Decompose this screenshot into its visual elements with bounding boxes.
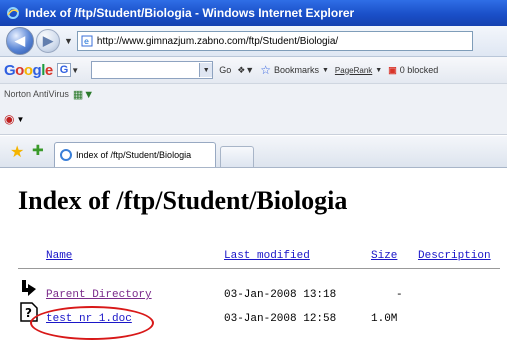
row-modified: 03-Jan-2008 12:58 (224, 313, 337, 325)
star-icon: ☆ (260, 63, 271, 77)
ie-logo-icon (7, 7, 19, 19)
google-toolbar: Google G ▼ ▼ Go ❖▼ ☆ Bookmarks ▼ PageRank ▼… (0, 57, 507, 84)
back-arrow-icon (22, 280, 36, 296)
column-modified-link[interactable]: Last modified (224, 250, 310, 262)
google-menu-dropdown-icon[interactable]: ▼ (71, 66, 79, 75)
blocked-icon: ▣ (388, 64, 397, 75)
extra-toolbar: ◉ ▼ (0, 104, 507, 135)
pdf-dropdown-icon[interactable]: ▼ (16, 115, 24, 124)
norton-label: Norton AntiVirus (4, 89, 69, 99)
page-content: Index of /ftp/Student/Biologia Name Last… (0, 168, 507, 350)
pdf-icon[interactable]: ◉ (4, 112, 14, 126)
google-search-input[interactable]: ▼ (91, 61, 214, 79)
window-title: Index of /ftp/Student/Biologia - Windows… (25, 6, 355, 20)
divider (18, 268, 500, 269)
norton-toolbar: Norton AntiVirus ▦▼ (0, 84, 507, 104)
column-description-link[interactable]: Description (418, 250, 491, 262)
row-size: - (396, 289, 403, 301)
back-button[interactable]: ◀ (6, 27, 34, 55)
tab-bar: ★ ✚ Index of /ftp/Student/Biologia (0, 136, 507, 168)
row-size: 1.0M (371, 313, 398, 325)
row-modified: 03-Jan-2008 13:18 (224, 289, 337, 301)
favorites-star-icon[interactable]: ★ (10, 142, 24, 162)
address-url: http://www.gimnazjum.zabno.com/ftp/Stude… (96, 35, 339, 47)
address-bar[interactable]: e http://www.gimnazjum.zabno.com/ftp/Stu… (76, 31, 473, 51)
google-g-icon[interactable]: G (56, 63, 72, 77)
highlight-circle (30, 306, 154, 340)
page-icon: e (81, 35, 93, 47)
new-tab-button[interactable] (220, 146, 254, 167)
tab-page-icon (60, 149, 72, 161)
add-favorites-icon[interactable]: ✚ (32, 142, 44, 159)
go-button[interactable]: Go (219, 65, 231, 75)
column-name-link[interactable]: Name (46, 250, 72, 262)
parent-directory-link[interactable]: Parent Directory (46, 289, 152, 301)
forward-button[interactable]: ▶ (36, 29, 60, 53)
tab-title: Index of /ftp/Student/Biologia (76, 150, 192, 160)
popup-blocker-button[interactable]: ▣ 0 blocked (388, 65, 438, 76)
address-toolbar: ◀ ▶ ▼ e http://www.gimnazjum.zabno.com/f… (0, 26, 507, 57)
bookmarks-button[interactable]: ☆ Bookmarks ▼ (260, 63, 329, 77)
tab-current[interactable]: Index of /ftp/Student/Biologia (54, 142, 216, 167)
column-size-link[interactable]: Size (371, 250, 397, 262)
page-title: Index of /ftp/Student/Biologia (18, 186, 348, 215)
history-dropdown-icon[interactable]: ▼ (64, 36, 73, 46)
window-titlebar: Index of /ftp/Student/Biologia - Windows… (0, 0, 507, 26)
puzzle-icon[interactable]: ❖▼ (237, 65, 254, 76)
pagerank-button[interactable]: PageRank ▼ (335, 66, 382, 75)
norton-icon[interactable]: ▦▼ (73, 88, 94, 101)
google-logo: Google (4, 61, 53, 79)
svg-text:e: e (84, 37, 89, 46)
google-search-dropdown-icon[interactable]: ▼ (199, 63, 213, 77)
